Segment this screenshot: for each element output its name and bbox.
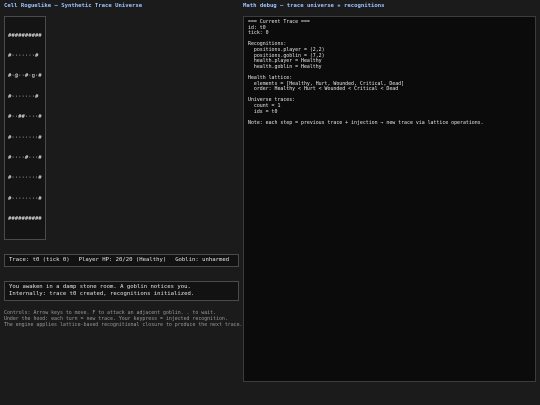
map-row: #·······# (8, 93, 39, 100)
map-row: ########## (8, 32, 42, 39)
controls-help: Controls: Arrow keys to move. F to attac… (4, 309, 243, 328)
help-line: The engine applies lattice-based recogni… (4, 321, 243, 328)
map-row: #·@··#·g·# (8, 73, 42, 80)
map-row: #········# (8, 134, 42, 141)
goblin-status: Goblin: unharmed (175, 256, 230, 263)
map-row: #·······# (8, 52, 39, 59)
debug-title: Math debug — trace universe + recognitio… (243, 3, 385, 9)
message-log: You awaken in a damp stone room. A gobli… (4, 280, 239, 301)
map-row: ########## (8, 216, 42, 223)
trace-status: Trace: t0 (tick 0) (9, 256, 70, 263)
game-pane: Cell Roguelike — Synthetic Trace Univers… (4, 2, 243, 328)
dungeon-map[interactable]: ########## #·······# #·@··#·g·# #·······… (4, 16, 46, 240)
help-line: Under the hood: each turn = new trace. Y… (4, 315, 228, 322)
message-line: You awaken in a damp stone room. A gobli… (9, 283, 191, 290)
map-row: #········# (8, 175, 42, 182)
game-title: Cell Roguelike — Synthetic Trace Univers… (4, 3, 143, 9)
map-row: #········# (8, 195, 42, 202)
debug-output: === Current Trace === id: t0 tick: 0 Rec… (243, 16, 536, 382)
map-row: #··##····# (8, 114, 42, 121)
status-bar: Trace: t0 (tick 0) Player HP: 20/20 (Heal… (4, 253, 239, 267)
debug-line: Note: each step = previous trace + injec… (248, 119, 484, 126)
debug-pane: Math debug — trace universe + recognitio… (243, 2, 536, 382)
player-hp-status: Player HP: 20/20 (Healthy) (78, 256, 167, 263)
help-line: Controls: Arrow keys to move. F to attac… (4, 309, 216, 316)
message-line: Internally: trace t0 created, recognitio… (9, 290, 195, 297)
map-grid: ########## #·······# #·@··#·g·# #·······… (8, 19, 42, 237)
map-row: #····#···# (8, 154, 42, 161)
app-root: Cell Roguelike — Synthetic Trace Univers… (0, 0, 540, 405)
